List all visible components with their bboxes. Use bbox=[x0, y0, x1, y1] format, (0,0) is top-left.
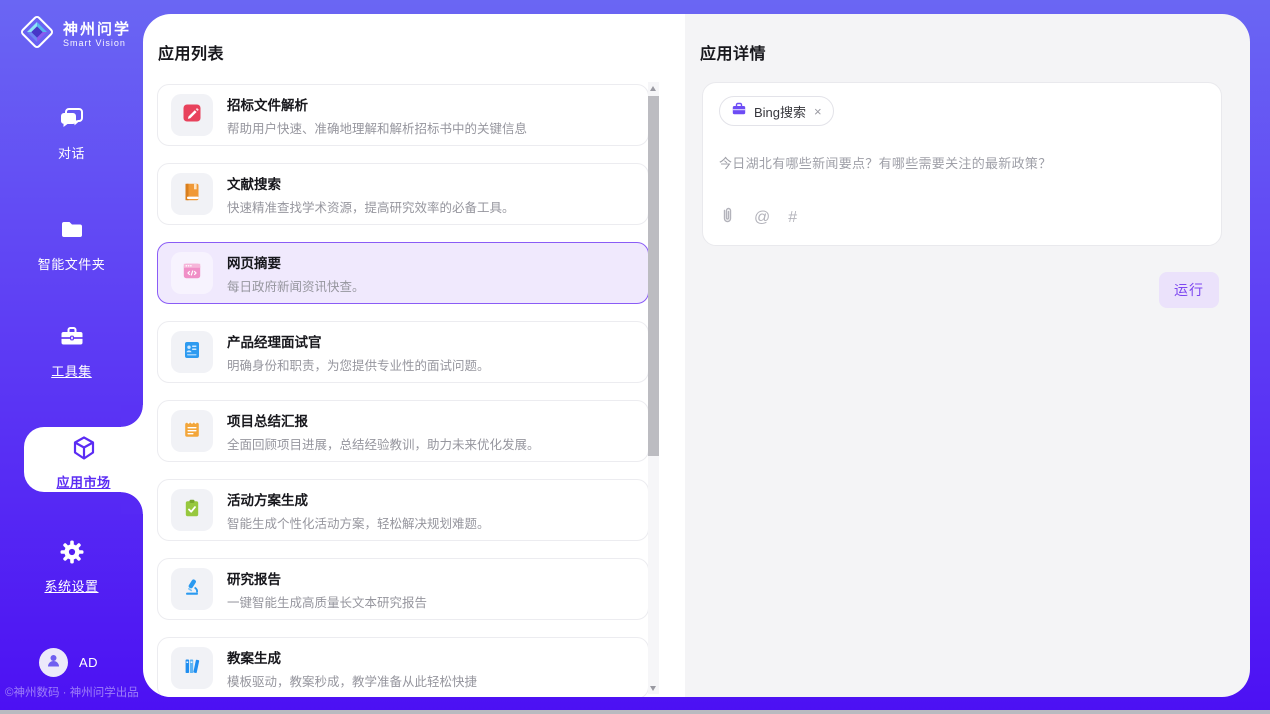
sidebar-item-label: 应用市场 bbox=[24, 472, 143, 491]
window-bottom-edge bbox=[0, 710, 1270, 714]
toolbox-icon bbox=[58, 338, 86, 355]
app-icon-tile bbox=[171, 94, 213, 136]
app-icon-tile bbox=[171, 647, 213, 689]
sidebar-item-chat[interactable]: 对话 bbox=[0, 105, 143, 162]
app-card[interactable]: 项目总结汇报全面回顾项目进展，总结经验教训，助力未来优化发展。 bbox=[157, 400, 649, 462]
question-text: 今日湖北有哪些新闻要点？有哪些需要关注的最新政策？ bbox=[719, 153, 1205, 172]
briefcase-icon bbox=[731, 104, 747, 121]
mention-icon[interactable]: @ bbox=[754, 210, 770, 226]
app-description: 帮助用户快速、准确地理解和解析招标书中的关键信息 bbox=[227, 118, 527, 137]
app-card[interactable]: 网页摘要每日政府新闻资讯快查。 bbox=[157, 242, 649, 304]
sidebar-item-label: 智能文件夹 bbox=[0, 254, 143, 273]
tool-tag-bing-search[interactable]: Bing搜索 × bbox=[719, 96, 834, 126]
copyright-text: ©神州数码 · 神州问学出品 bbox=[5, 684, 139, 700]
app-description: 一键智能生成高质量长文本研究报告 bbox=[227, 592, 427, 611]
app-card[interactable]: 产品经理面试官明确身份和职责，为您提供专业性的面试问题。 bbox=[157, 321, 649, 383]
app-description: 全面回顾项目进展，总结经验教训，助力未来优化发展。 bbox=[227, 434, 540, 453]
app-description: 明确身份和职责，为您提供专业性的面试问题。 bbox=[227, 355, 490, 374]
composer-toolbar: @# bbox=[719, 206, 797, 229]
research-report-icon bbox=[181, 576, 203, 603]
app-description: 快速精准查找学术资源，提高研究效率的必备工具。 bbox=[227, 197, 515, 216]
literature-search-icon bbox=[181, 181, 203, 208]
logo-subtitle: Smart Vision bbox=[63, 38, 131, 48]
sidebar-item-toolset[interactable]: 工具集 bbox=[0, 323, 143, 380]
app-title: 文献搜索 bbox=[227, 173, 515, 193]
app-card[interactable]: 活动方案生成智能生成个性化活动方案，轻松解决规划难题。 bbox=[157, 479, 649, 541]
avatar bbox=[39, 648, 68, 677]
chat-icon bbox=[58, 120, 86, 137]
app-icon-tile bbox=[171, 568, 213, 610]
user-name: AD bbox=[79, 655, 98, 670]
cube-icon bbox=[70, 449, 98, 466]
person-icon bbox=[45, 652, 62, 674]
lesson-plan-icon bbox=[181, 655, 203, 682]
run-button[interactable]: 运行 bbox=[1159, 272, 1219, 308]
gear-icon bbox=[58, 553, 86, 570]
app-title: 教案生成 bbox=[227, 647, 477, 667]
pm-interviewer-icon bbox=[181, 339, 203, 366]
app-title: 产品经理面试官 bbox=[227, 331, 490, 351]
scrollbar-up-arrow[interactable] bbox=[648, 82, 659, 95]
app-description: 模板驱动，教案秒成，教学准备从此轻松快捷 bbox=[227, 671, 477, 690]
app-card[interactable]: 文献搜索快速精准查找学术资源，提高研究效率的必备工具。 bbox=[157, 163, 649, 225]
app-icon-tile bbox=[171, 252, 213, 294]
app-icon-tile bbox=[171, 331, 213, 373]
app-card[interactable]: 研究报告一键智能生成高质量长文本研究报告 bbox=[157, 558, 649, 620]
logo-text: 神州问学 Smart Vision bbox=[63, 21, 131, 48]
app-list-title: 应用列表 bbox=[158, 40, 224, 64]
hashtag-icon[interactable]: # bbox=[788, 210, 797, 226]
app-window: 神州问学 Smart Vision 对话 智能文件夹 工具集 系统设置 应用市场… bbox=[0, 0, 1270, 714]
scrollbar[interactable] bbox=[648, 82, 659, 694]
app-icon-tile bbox=[171, 410, 213, 452]
sidebar: 神州问学 Smart Vision 对话 智能文件夹 工具集 系统设置 应用市场… bbox=[0, 0, 143, 714]
app-title: 招标文件解析 bbox=[227, 94, 527, 114]
attachment-icon[interactable] bbox=[719, 206, 736, 229]
user-profile[interactable]: AD bbox=[0, 648, 143, 677]
tool-tag-label: Bing搜索 bbox=[754, 102, 806, 121]
app-card[interactable]: 教案生成模板驱动，教案秒成，教学准备从此轻松快捷 bbox=[157, 637, 649, 697]
app-icon-tile bbox=[171, 489, 213, 531]
logo-diamond bbox=[18, 38, 56, 55]
event-plan-icon bbox=[181, 497, 203, 524]
app-detail-title: 应用详情 bbox=[700, 40, 766, 64]
app-title: 项目总结汇报 bbox=[227, 410, 540, 430]
app-description: 每日政府新闻资讯快查。 bbox=[227, 276, 365, 295]
app-card-list: 招标文件解析帮助用户快速、准确地理解和解析招标书中的关键信息 文献搜索快速精准查… bbox=[157, 84, 649, 697]
logo-title: 神州问学 bbox=[63, 21, 131, 38]
app-description: 智能生成个性化活动方案，轻松解决规划难题。 bbox=[227, 513, 490, 532]
app-title: 活动方案生成 bbox=[227, 489, 490, 509]
app-card[interactable]: 招标文件解析帮助用户快速、准确地理解和解析招标书中的关键信息 bbox=[157, 84, 649, 146]
app-title: 研究报告 bbox=[227, 568, 427, 588]
app-icon-tile bbox=[171, 173, 213, 215]
scrollbar-thumb[interactable] bbox=[648, 96, 659, 456]
app-list-panel: 应用列表 招标文件解析帮助用户快速、准确地理解和解析招标书中的关键信息 文献搜索… bbox=[143, 14, 685, 697]
tool-tag-close-icon[interactable]: × bbox=[814, 104, 822, 119]
sidebar-item-smart-folders[interactable]: 智能文件夹 bbox=[0, 216, 143, 273]
sidebar-item-label: 工具集 bbox=[0, 361, 143, 380]
project-summary-icon bbox=[181, 418, 203, 445]
folder-icon bbox=[58, 231, 86, 248]
prompt-card: Bing搜索 × 今日湖北有哪些新闻要点？有哪些需要关注的最新政策？ @# bbox=[702, 82, 1222, 246]
sidebar-item-system-settings[interactable]: 系统设置 bbox=[0, 538, 143, 595]
app-logo: 神州问学 Smart Vision bbox=[18, 13, 131, 56]
bid-document-icon bbox=[181, 102, 203, 129]
sidebar-item-label: 系统设置 bbox=[0, 576, 143, 595]
scrollbar-down-arrow[interactable] bbox=[648, 681, 659, 694]
app-title: 网页摘要 bbox=[227, 252, 365, 272]
app-detail-panel: 应用详情 Bing搜索 × 今日湖北有哪些新闻要点？有哪些需要关注的最新政策？ … bbox=[685, 14, 1250, 697]
webpage-summary-icon bbox=[181, 260, 203, 287]
sidebar-item-label: 对话 bbox=[0, 143, 143, 162]
sidebar-item-app-market[interactable]: 应用市场 bbox=[24, 427, 143, 492]
